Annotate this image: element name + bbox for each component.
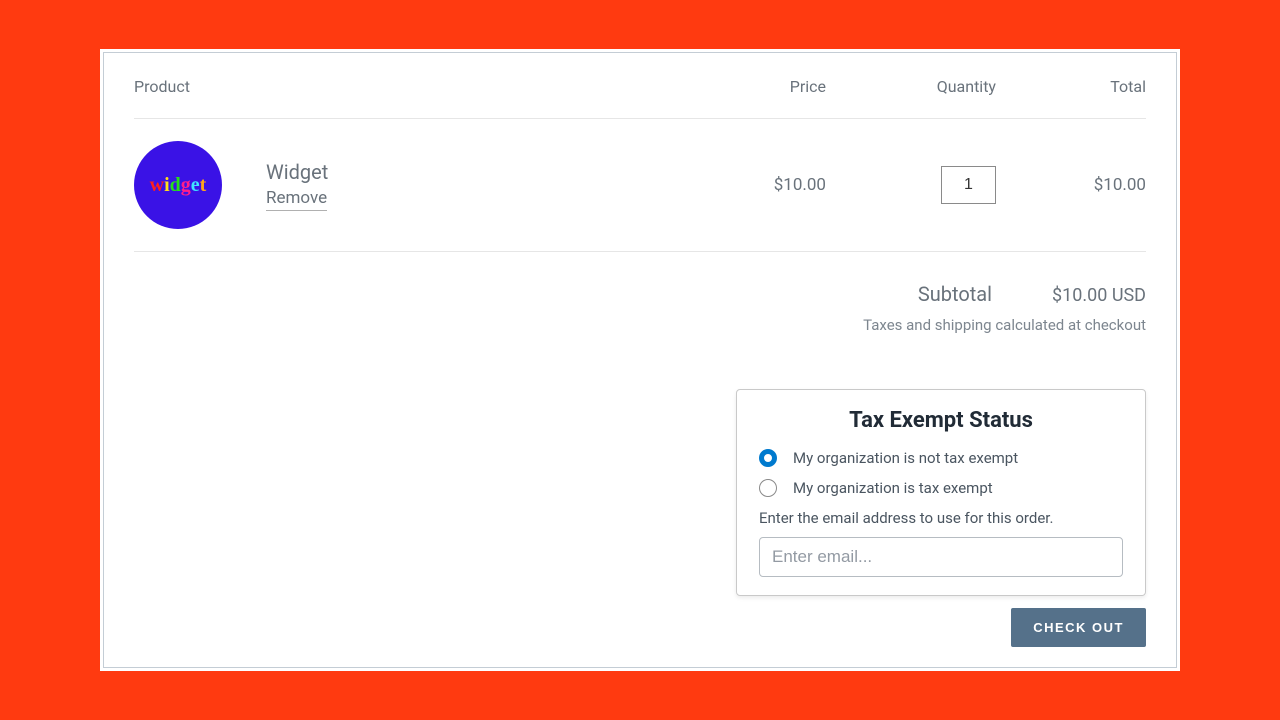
line-total: $10.00 [996,175,1146,195]
product-thumbnail-icon: widget [134,141,222,229]
radio-not-exempt-label: My organization is not tax exempt [793,449,1018,467]
product-name: Widget [266,160,656,184]
tax-exempt-panel: Tax Exempt Status My organization is not… [736,389,1146,596]
cart-summary: Subtotal $10.00 USD Taxes and shipping c… [134,282,1146,647]
radio-exempt-label: My organization is tax exempt [793,479,993,497]
column-quantity: Quantity [826,77,996,96]
subtotal-value: $10.00 USD [1052,285,1146,306]
radio-exempt[interactable] [759,479,777,497]
cart-line-item: widget Widget Remove $10.00 $10.00 [134,119,1146,252]
column-product: Product [134,77,656,96]
email-input[interactable] [759,537,1123,577]
tax-shipping-note: Taxes and shipping calculated at checkou… [134,316,1146,334]
quantity-input[interactable] [941,166,996,204]
cart-card: Product Price Quantity Total widget Widg… [100,49,1180,671]
radio-not-exempt[interactable] [759,449,777,467]
remove-link[interactable]: Remove [266,188,327,211]
email-prompt: Enter the email address to use for this … [759,509,1123,527]
cart-header-row: Product Price Quantity Total [134,77,1146,119]
radio-row-not-exempt[interactable]: My organization is not tax exempt [759,449,1123,467]
line-price: $10.00 [656,175,826,195]
line-qty-cell [826,166,996,204]
product-info: Widget Remove [266,160,656,211]
subtotal-label: Subtotal [918,282,992,306]
checkout-button[interactable]: Check Out [1011,608,1146,647]
tax-exempt-title: Tax Exempt Status [759,408,1123,433]
column-price: Price [656,77,826,96]
radio-row-exempt[interactable]: My organization is tax exempt [759,479,1123,497]
column-total: Total [996,77,1146,96]
